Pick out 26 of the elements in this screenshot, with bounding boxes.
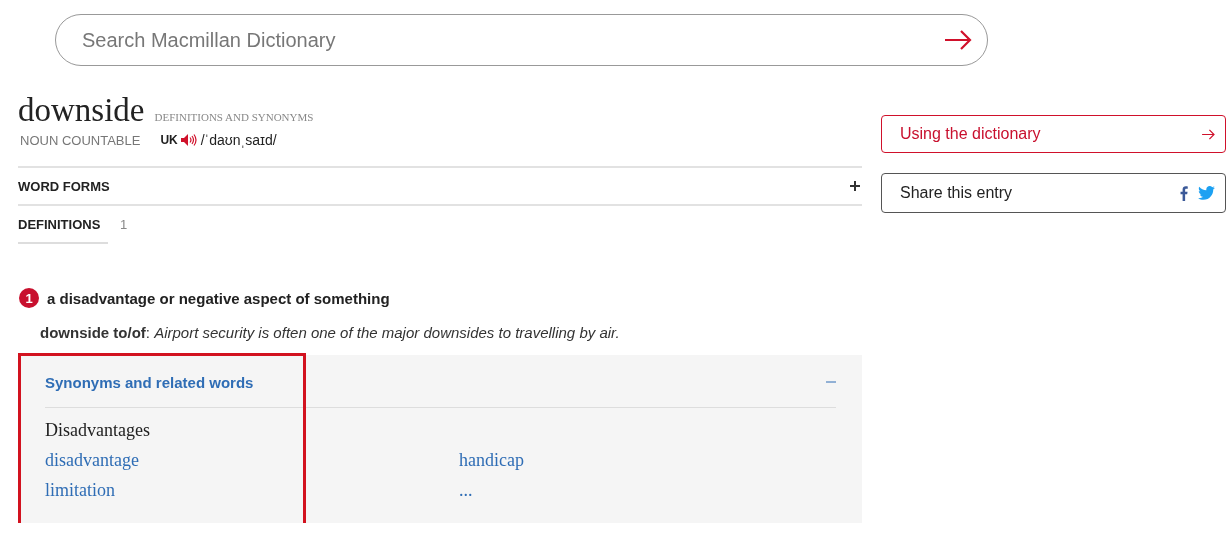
synonym-link[interactable]: ... [459, 480, 473, 501]
bird-icon[interactable] [1198, 186, 1215, 200]
section-tab[interactable]: WORD FORMS [18, 168, 110, 204]
region-label: UK [160, 133, 178, 147]
arrow-icon [1202, 128, 1215, 140]
synonym-group-title: Disadvantages [45, 420, 151, 441]
synonym-link[interactable]: limitation [45, 480, 115, 501]
section-tab[interactable]: DEFINITIONS [18, 206, 108, 244]
definition-text: a disadvantage or negative aspect of something [47, 289, 390, 307]
synonym-link[interactable]: disadvantage [45, 450, 139, 471]
arrow-icon[interactable] [944, 30, 972, 50]
synonyms-heading[interactable]: Synonyms and related words [45, 373, 254, 391]
part-of-speech: NOUN COUNTABLE [20, 132, 141, 148]
guide-link-button[interactable]: Using the dictionary [881, 115, 1226, 153]
definition-count: 1 [120, 216, 128, 232]
headword: downside [18, 92, 145, 128]
sense-number-badge: 1 [19, 288, 39, 308]
speaker-icon[interactable] [180, 134, 197, 146]
search-field[interactable]: Search Macmillan Dictionary [55, 14, 988, 66]
facebook-icon[interactable] [1180, 185, 1188, 201]
synonym-link[interactable]: handicap [459, 450, 524, 471]
share-label: Share this entry [900, 184, 1013, 202]
entry-subtitle: DEFINITIONS AND SYNONYMS [154, 111, 314, 123]
example-sentence: downside to/of: Airport security is often one of the major downsides to travelling by air. [40, 324, 621, 341]
pronunciation: /ˈdaʊnˌsaɪd/ [200, 132, 277, 148]
expand-icon[interactable] [850, 181, 860, 191]
